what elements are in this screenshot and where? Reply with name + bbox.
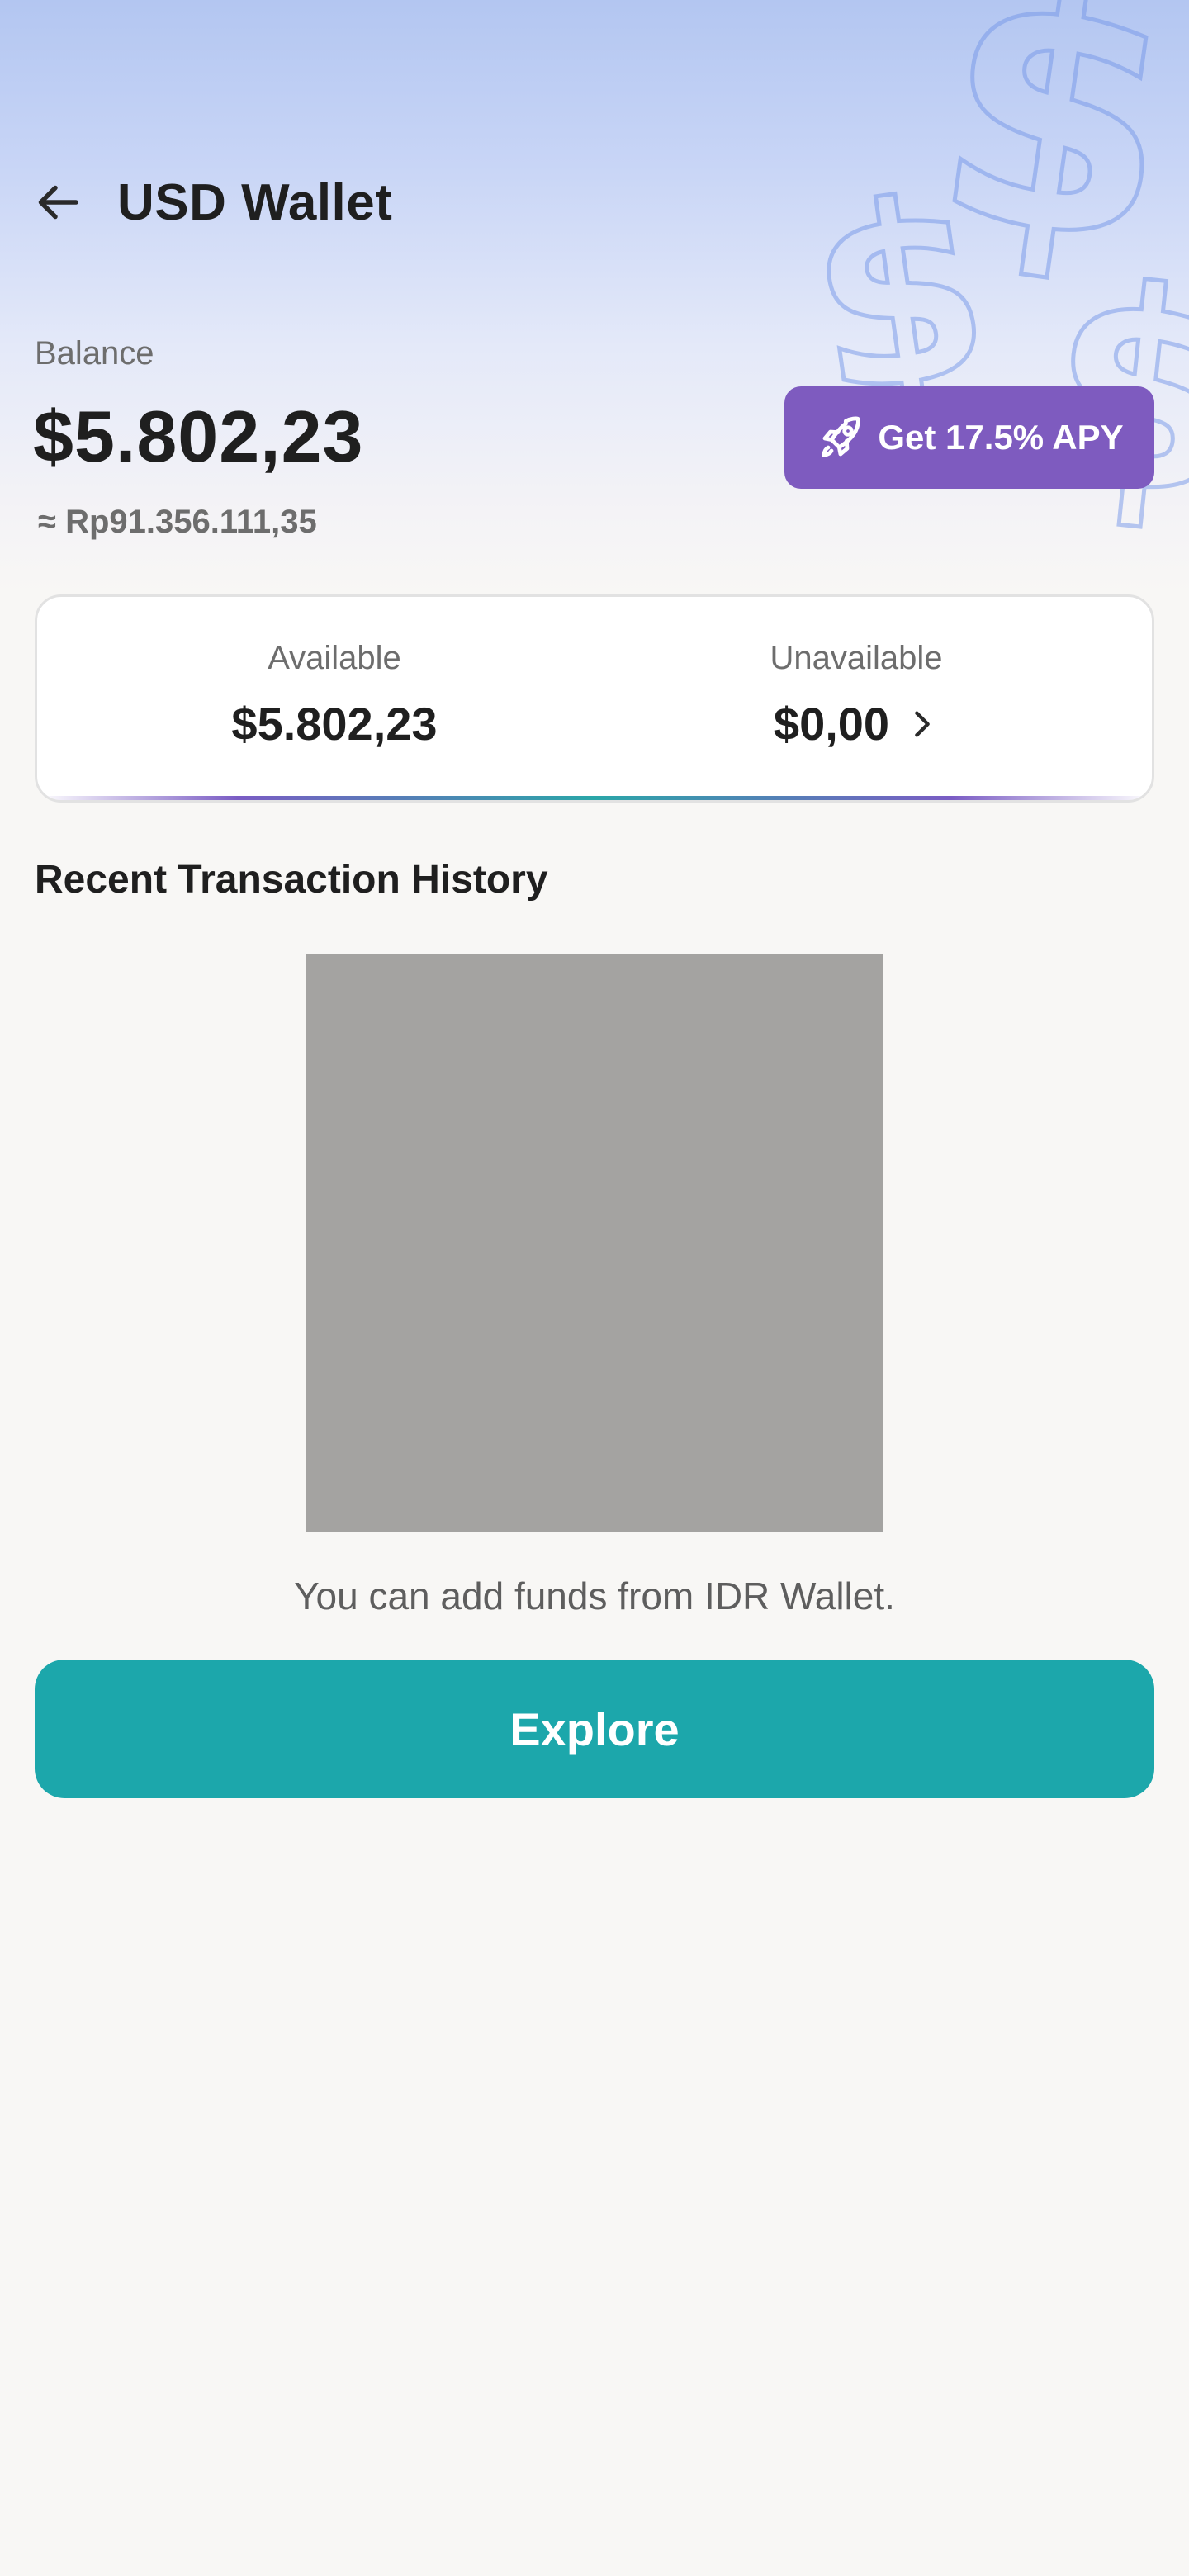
balance-label: Balance [35,335,154,372]
chevron-right-icon [915,711,930,736]
funds-summary-card: Available $5.802,23 Unavailable $0,00 [35,594,1154,803]
unavailable-value-row: $0,00 [774,697,939,751]
app-header: USD Wallet [33,161,392,244]
available-value: $5.802,23 [231,698,438,750]
available-funds: Available $5.802,23 [70,597,599,800]
explore-label: Explore [509,1702,680,1755]
card-accent-line [37,796,1152,800]
unavailable-funds-button[interactable]: Unavailable $0,00 [592,597,1120,800]
back-button[interactable] [33,176,86,229]
transaction-history-title: Recent Transaction History [35,858,548,902]
balance-amount: $5.802,23 [33,395,364,477]
unavailable-label: Unavailable [770,640,943,676]
empty-state-image [306,954,883,1532]
get-apy-label: Get 17.5% APY [878,418,1124,457]
balance-idr-equivalent: ≈ Rp91.356.111,35 [38,504,317,540]
empty-state-message: You can add funds from IDR Wallet. [294,1574,895,1617]
get-apy-button[interactable]: Get 17.5% APY [784,386,1154,489]
explore-button[interactable]: Explore [35,1660,1154,1798]
rocket-icon [815,411,868,464]
arrow-left-icon [38,185,78,220]
page-title: USD Wallet [117,173,393,231]
unavailable-value: $0,00 [773,698,890,750]
available-label: Available [268,640,401,676]
